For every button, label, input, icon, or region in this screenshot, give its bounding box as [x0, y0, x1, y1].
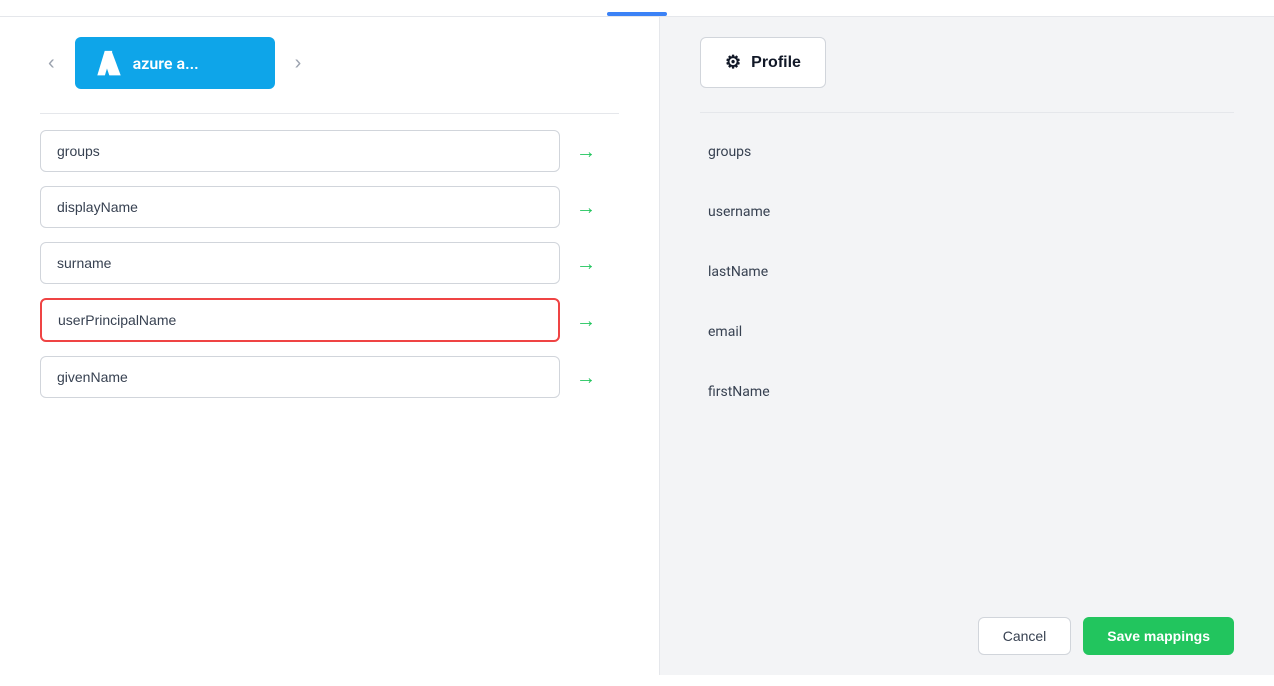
- field-row-userPrincipalName: →: [40, 298, 619, 342]
- target-label-groups: groups: [708, 144, 751, 160]
- next-arrow-button[interactable]: ›: [287, 48, 310, 79]
- input-displayName[interactable]: [40, 186, 560, 228]
- target-row-username: username: [700, 189, 1234, 235]
- azure-badge-label: azure a...: [133, 54, 199, 73]
- input-userPrincipalName[interactable]: [40, 298, 560, 342]
- field-row-displayName: →: [40, 186, 619, 228]
- step-indicator: [607, 12, 667, 16]
- arrow-icon-givenName: →: [576, 365, 596, 390]
- chevron-right-icon: ›: [295, 52, 302, 75]
- bottom-actions: Cancel Save mappings: [700, 597, 1234, 655]
- arrow-icon-displayName: →: [576, 195, 596, 220]
- gear-icon: ⚙: [725, 52, 741, 73]
- azure-badge: azure a...: [75, 37, 275, 89]
- target-row-email: email: [700, 309, 1234, 355]
- save-mappings-button[interactable]: Save mappings: [1083, 617, 1234, 655]
- field-row-groups: →: [40, 130, 619, 172]
- target-row-firstName: firstName: [700, 369, 1234, 415]
- field-row-surname: →: [40, 242, 619, 284]
- chevron-left-icon: ‹: [48, 52, 55, 75]
- source-header: ‹ azure a... ›: [40, 37, 619, 89]
- profile-label: Profile: [751, 54, 801, 72]
- right-panel: ⚙ Profile groups username lastName email…: [660, 17, 1274, 675]
- azure-logo-icon: [95, 49, 123, 77]
- target-label-username: username: [708, 204, 770, 220]
- profile-divider: [700, 112, 1234, 113]
- left-divider: [40, 113, 619, 114]
- field-row-givenName: →: [40, 356, 619, 398]
- arrow-icon-groups: →: [576, 139, 596, 164]
- input-surname[interactable]: [40, 242, 560, 284]
- left-panel: ‹ azure a... › → →: [0, 17, 660, 675]
- input-givenName[interactable]: [40, 356, 560, 398]
- main-layout: ‹ azure a... › → →: [0, 17, 1274, 675]
- target-label-email: email: [708, 324, 742, 340]
- target-label-lastName: lastName: [708, 264, 768, 280]
- prev-arrow-button[interactable]: ‹: [40, 48, 63, 79]
- target-label-firstName: firstName: [708, 384, 770, 400]
- cancel-button[interactable]: Cancel: [978, 617, 1072, 655]
- profile-button[interactable]: ⚙ Profile: [700, 37, 826, 88]
- input-groups[interactable]: [40, 130, 560, 172]
- arrow-icon-userPrincipalName: →: [576, 308, 596, 333]
- top-bar: [0, 0, 1274, 17]
- target-row-groups: groups: [700, 129, 1234, 175]
- arrow-icon-surname: →: [576, 251, 596, 276]
- target-row-lastName: lastName: [700, 249, 1234, 295]
